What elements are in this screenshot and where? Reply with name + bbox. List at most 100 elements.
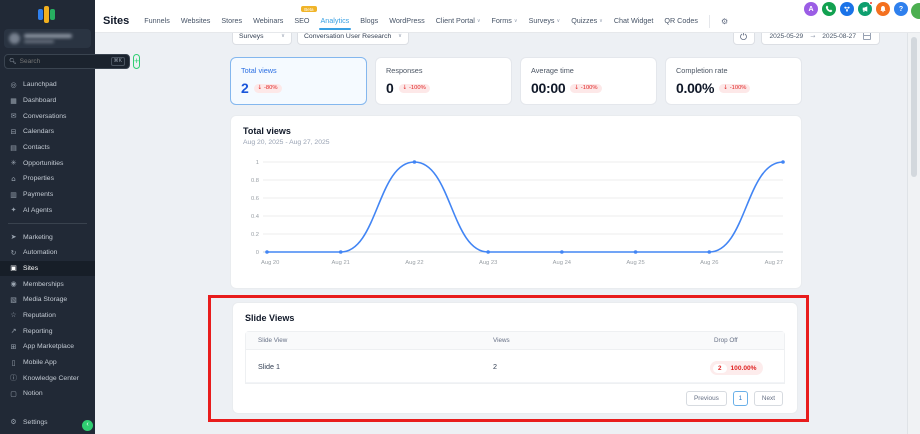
automation-icon: ↻ <box>9 249 18 257</box>
nav-settings-gear-icon[interactable]: ⚙ <box>721 17 728 26</box>
tab-wordpress[interactable]: WordPress <box>389 12 424 30</box>
sidebar-item-reporting[interactable]: ↗Reporting <box>0 323 95 339</box>
date-range-picker[interactable]: 2025-05-29 → 2025-08-27 <box>761 33 881 45</box>
tab-blogs[interactable]: Blogs <box>360 12 378 30</box>
svg-text:Aug 26: Aug 26 <box>700 260 718 266</box>
drop-off-badge: 2100.00% <box>710 361 763 375</box>
tab-chat-widget[interactable]: Chat Widget <box>614 12 654 30</box>
top-navigation: Sites Funnels Websites Stores Webinars S… <box>95 0 920 33</box>
tab-forms[interactable]: Forms∨ <box>492 12 518 30</box>
pagination: Previous 1 Next <box>245 384 785 406</box>
table-row[interactable]: Slide 1 2 2100.00% <box>246 350 784 383</box>
average-time-value: 00:00 <box>531 80 565 96</box>
tab-funnels[interactable]: Funnels <box>144 12 170 30</box>
contacts-icon: ▤ <box>9 144 18 152</box>
date-start[interactable]: 2025-05-29 <box>770 33 804 40</box>
stat-card-total-views[interactable]: Total views 2 ↓ -80% <box>230 57 367 105</box>
sidebar-item-calendars[interactable]: ⊟Calendars <box>0 124 95 140</box>
sidebar-item-app-marketplace[interactable]: ⊞App Marketplace <box>0 339 95 355</box>
total-views-chart: 00.20.40.60.81Aug 20Aug 21Aug 22Aug 23Au… <box>243 152 791 282</box>
sidebar-item-dashboard[interactable]: ▦Dashboard <box>0 93 95 109</box>
translate-icon: A <box>808 6 813 13</box>
stat-card-completion-rate[interactable]: Completion rate 0.00% ↓ -100% <box>665 57 802 105</box>
svg-text:Aug 20: Aug 20 <box>261 260 279 266</box>
total-views-chart-card: Total views Aug 20, 2025 - Aug 27, 2025 … <box>230 115 802 289</box>
tab-qr-codes[interactable]: QR Codes <box>664 12 698 30</box>
phone-button[interactable] <box>822 2 836 16</box>
sidebar-item-conversations[interactable]: ✉Conversations <box>0 108 95 124</box>
stat-card-average-time[interactable]: Average time 00:00 ↓ -100% <box>520 57 657 105</box>
help-button[interactable]: ? <box>894 2 908 16</box>
arrow-down-icon: ↓ <box>403 85 408 91</box>
delta-badge: ↓ -80% <box>254 84 282 93</box>
launchpad-icon: ◎ <box>9 81 18 89</box>
svg-text:0.6: 0.6 <box>251 196 259 202</box>
sidebar-item-properties[interactable]: ⌂Properties <box>0 171 95 187</box>
refresh-button[interactable] <box>733 33 755 45</box>
sidebar-item-memberships[interactable]: ◉Memberships <box>0 276 95 292</box>
integrations-button[interactable] <box>840 2 854 16</box>
highlevel-logo-icon <box>38 6 58 23</box>
tab-surveys[interactable]: Surveys∨ <box>529 12 561 30</box>
phone-icon <box>825 5 833 13</box>
survey-type-select[interactable]: Surveys ∨ <box>232 33 292 45</box>
sidebar-search[interactable]: 🔍︎ ⌘K <box>4 54 130 69</box>
gear-icon: ⚙ <box>9 418 18 426</box>
trend-icon: ↗ <box>9 327 18 335</box>
col-slide-view: Slide View <box>246 337 481 344</box>
sidebar-item-media-storage[interactable]: ▧Media Storage <box>0 292 95 308</box>
main-content: Surveys ∨ Conversation User Research ∨ 2… <box>95 33 920 434</box>
translate-button[interactable]: A <box>804 2 818 16</box>
sidebar: 🔍︎ ⌘K + ◎Launchpad ▦Dashboard ✉Conversat… <box>0 0 95 434</box>
svg-text:Aug 23: Aug 23 <box>479 260 497 266</box>
tab-analytics[interactable]: Analytics <box>321 12 350 30</box>
search-shortcut-badge: ⌘K <box>111 57 125 66</box>
quick-add-button[interactable]: + <box>133 54 140 69</box>
survey-name-select[interactable]: Conversation User Research ∨ <box>297 33 409 45</box>
stat-card-responses[interactable]: Responses 0 ↓ -100% <box>375 57 512 105</box>
sidebar-item-contacts[interactable]: ▤Contacts <box>0 140 95 156</box>
tab-quizzes[interactable]: Quizzes∨ <box>571 12 603 30</box>
sidebar-item-opportunities[interactable]: ✳Opportunities <box>0 155 95 171</box>
tab-client-portal[interactable]: Client Portal∨ <box>436 12 481 30</box>
tab-seo[interactable]: SEOBeta <box>294 12 309 30</box>
sidebar-item-sites[interactable]: ▣Sites <box>0 261 95 277</box>
sidebar-collapse-button[interactable]: ‹ <box>82 420 93 431</box>
chevron-down-icon: ∨ <box>281 33 285 39</box>
account-switcher[interactable] <box>4 29 91 48</box>
tab-websites[interactable]: Websites <box>181 12 210 30</box>
nav-divider <box>709 15 710 28</box>
scrollbar-thumb[interactable] <box>911 37 917 177</box>
sidebar-item-notion[interactable]: ▢Notion <box>0 386 95 402</box>
tab-stores[interactable]: Stores <box>221 12 242 30</box>
date-end[interactable]: 2025-08-27 <box>822 33 856 40</box>
vertical-scrollbar[interactable] <box>907 33 920 434</box>
bell-icon <box>879 5 887 13</box>
announcements-button[interactable] <box>858 2 872 16</box>
sidebar-item-automation[interactable]: ↻Automation <box>0 245 95 261</box>
profile-avatar[interactable] <box>911 3 920 19</box>
sidebar-item-reputation[interactable]: ☆Reputation <box>0 308 95 324</box>
search-input[interactable] <box>20 58 108 65</box>
chat-icon: ✉ <box>9 112 18 120</box>
previous-page-button[interactable]: Previous <box>686 391 727 406</box>
current-page-button[interactable]: 1 <box>733 391 748 406</box>
opportunities-icon: ✳ <box>9 159 18 167</box>
sidebar-item-payments[interactable]: ▥Payments <box>0 187 95 203</box>
col-views: Views <box>481 337 702 344</box>
slide-name: Slide 1 <box>246 362 481 371</box>
sidebar-item-mobile-app[interactable]: ▯Mobile App <box>0 355 95 371</box>
sidebar-item-knowledge-center[interactable]: ⓘKnowledge Center <box>0 370 95 386</box>
notifications-button[interactable] <box>876 2 890 16</box>
next-page-button[interactable]: Next <box>754 391 783 406</box>
sidebar-item-launchpad[interactable]: ◎Launchpad <box>0 77 95 93</box>
delta-badge: ↓ -100% <box>719 84 750 93</box>
chart-title: Total views <box>243 126 789 136</box>
svg-text:Aug 24: Aug 24 <box>553 260 572 266</box>
tab-webinars[interactable]: Webinars <box>253 12 283 30</box>
sidebar-item-settings[interactable]: ⚙Settings <box>0 414 95 430</box>
sidebar-item-ai-agents[interactable]: ✦AI Agents <box>0 203 95 219</box>
sidebar-item-marketing[interactable]: ➤Marketing <box>0 229 95 245</box>
home-icon: ⌂ <box>9 175 18 183</box>
slide-views-count: 2 <box>481 362 702 371</box>
